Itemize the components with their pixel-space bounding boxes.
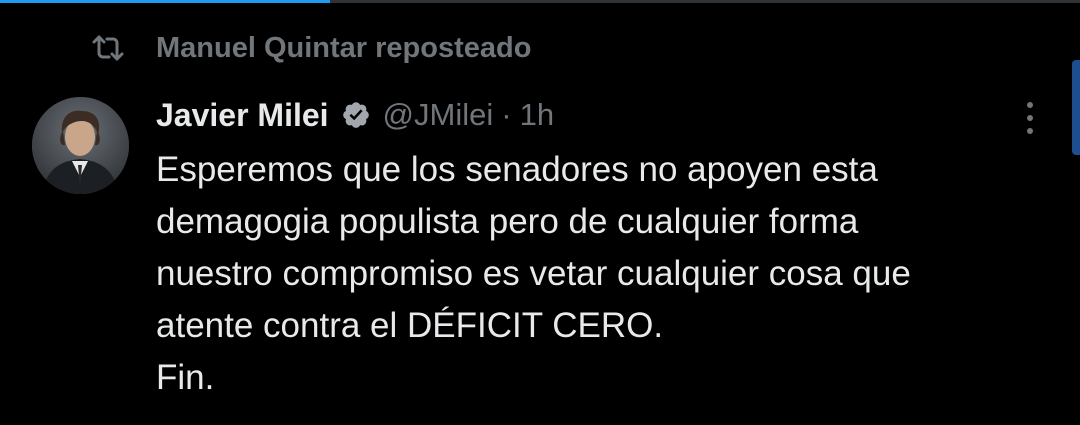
avatar-image: [32, 97, 129, 194]
more-dot: [1027, 128, 1033, 134]
repost-icon: [90, 33, 126, 63]
tweet-text-line: atente contra el DÉFICIT CERO.: [156, 306, 664, 345]
scrollbar-thumb[interactable]: [1072, 60, 1080, 155]
separator-dot: ·: [501, 97, 512, 132]
tweet-header: Javier Milei @JMilei · 1h: [156, 93, 554, 137]
tweet-text-line: nuestro compromiso es vetar cualquier co…: [156, 254, 911, 293]
tweet-text-line: demagogia populista pero de cualquier fo…: [156, 202, 859, 241]
author-name[interactable]: Javier Milei: [156, 97, 329, 134]
tweet-text: Esperemos que los senadores no apoyen es…: [156, 144, 1056, 404]
tweet-text-line: Fin.: [156, 358, 215, 397]
repost-context: Manuel Quintar reposteado: [90, 28, 531, 68]
tab-indicator: [0, 0, 330, 3]
more-dot: [1027, 115, 1033, 121]
more-vertical-icon[interactable]: [1018, 100, 1042, 136]
tweet-text-line: Esperemos que los senadores no apoyen es…: [156, 150, 878, 189]
verified-badge-icon: [341, 100, 371, 130]
tweet-timestamp[interactable]: 1h: [520, 97, 554, 133]
author-handle[interactable]: @JMilei: [383, 97, 494, 133]
avatar[interactable]: [32, 97, 129, 194]
repost-label[interactable]: Manuel Quintar reposteado: [156, 32, 531, 65]
more-dot: [1027, 102, 1033, 108]
